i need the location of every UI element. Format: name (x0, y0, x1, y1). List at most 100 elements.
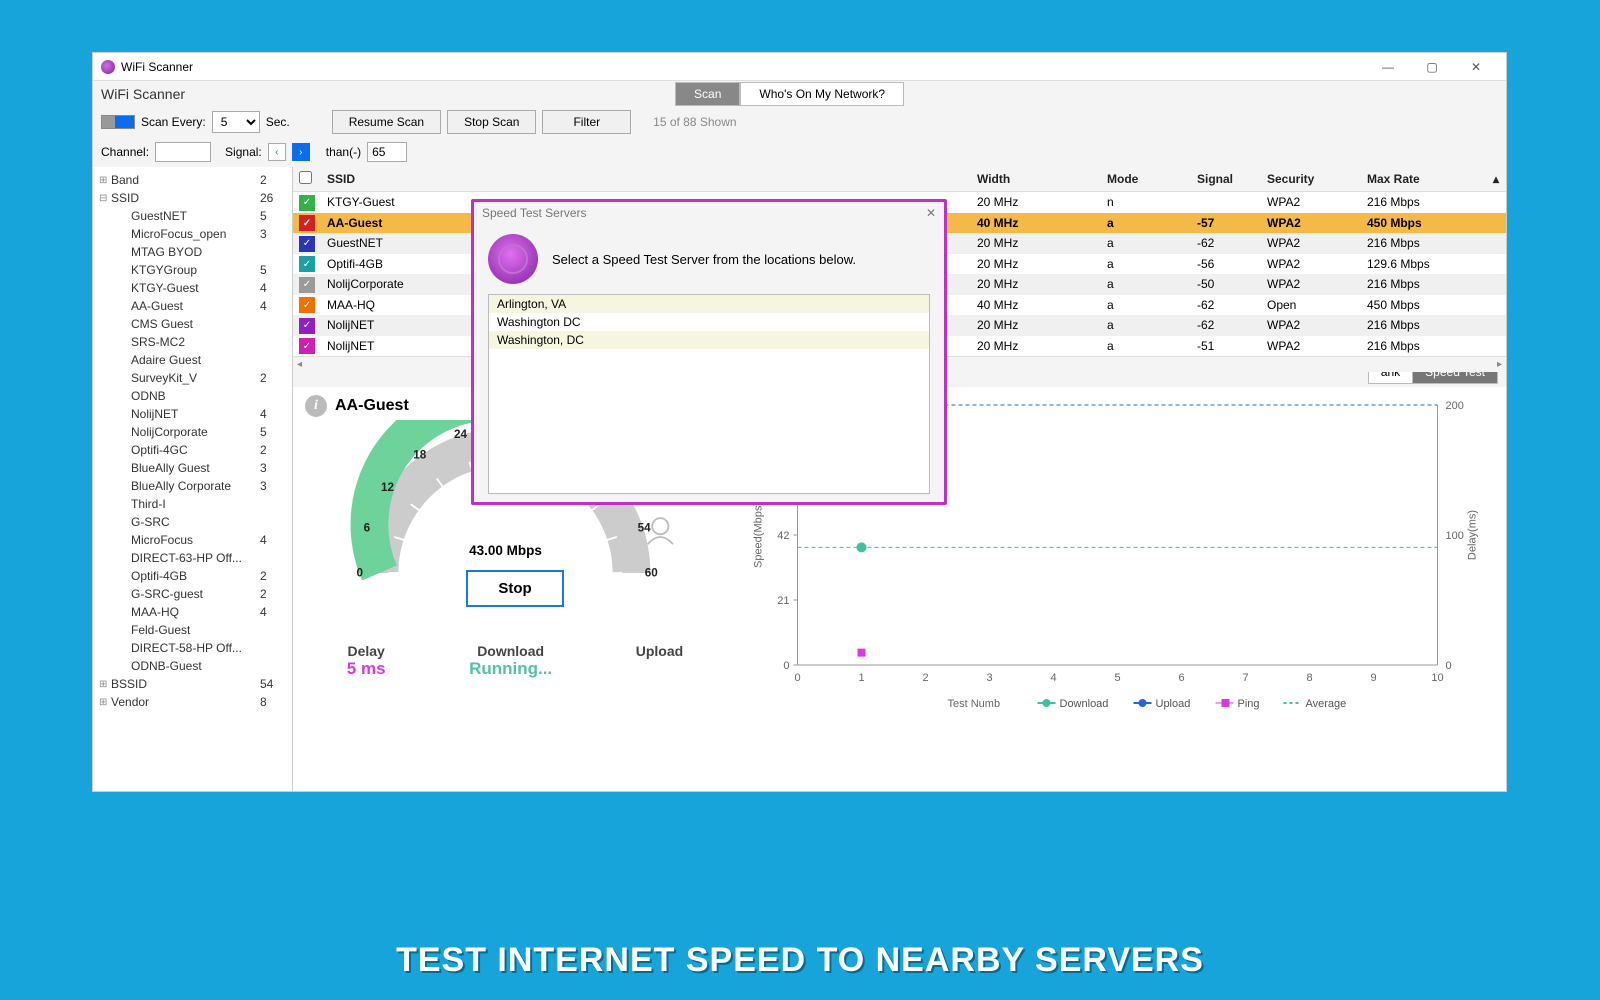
col-width[interactable]: Width (971, 167, 1101, 192)
svg-text:100: 100 (1446, 530, 1464, 542)
col-mode[interactable]: Mode (1101, 167, 1191, 192)
svg-text:Upload: Upload (1156, 698, 1191, 710)
than-label: than(-) (326, 145, 361, 159)
svg-text:Speed(Mbps): Speed(Mbps) (753, 502, 765, 568)
col-signal[interactable]: Signal (1191, 167, 1261, 192)
maximize-button[interactable]: ▢ (1410, 54, 1454, 80)
svg-text:60: 60 (645, 567, 659, 580)
tree-bssid[interactable]: ⊞BSSID54 (97, 675, 288, 693)
select-all-checkbox[interactable] (299, 171, 312, 184)
sidebar-item[interactable]: DIRECT-63-HP Off... (97, 549, 288, 567)
modal-prompt: Select a Speed Test Server from the loca… (552, 252, 856, 267)
sidebar-item[interactable]: GuestNET5 (97, 207, 288, 225)
delay-label: Delay (347, 643, 386, 659)
filter-button[interactable]: Filter (542, 110, 631, 134)
sidebar-item[interactable]: KTGYGroup5 (97, 261, 288, 279)
gauge-value: 43.00 Mbps (469, 543, 542, 558)
signal-right-arrow[interactable]: › (292, 143, 310, 161)
svg-text:1: 1 (858, 672, 864, 684)
info-icon: i (305, 395, 327, 417)
svg-text:0: 0 (794, 672, 800, 684)
subheader: WiFi Scanner Scan Who's On My Network? (93, 81, 1506, 107)
stop-scan-button[interactable]: Stop Scan (447, 110, 536, 134)
server-list-item[interactable]: Washington, DC (489, 331, 929, 349)
svg-text:5: 5 (1114, 672, 1120, 684)
sidebar-item[interactable]: AA-Guest4 (97, 297, 288, 315)
user-icon (652, 518, 668, 534)
sidebar-item[interactable]: MTAG BYOD (97, 243, 288, 261)
sidebar-item[interactable]: ODNB (97, 387, 288, 405)
app-window: WiFi Scanner — ▢ ✕ WiFi Scanner Scan Who… (92, 52, 1507, 792)
sidebar: ⊞Band2 ⊟SSID26 GuestNET5MicroFocus_open3… (93, 167, 293, 791)
svg-text:200: 200 (1446, 400, 1464, 412)
minimize-button[interactable]: — (1366, 54, 1410, 80)
channel-input[interactable] (155, 142, 211, 162)
scan-every-label: Scan Every: (141, 115, 206, 129)
sidebar-item[interactable]: BlueAlly Guest3 (97, 459, 288, 477)
sidebar-item[interactable]: MicroFocus_open3 (97, 225, 288, 243)
sidebar-item[interactable]: BlueAlly Corporate3 (97, 477, 288, 495)
svg-text:42: 42 (777, 530, 789, 542)
svg-text:10: 10 (1431, 672, 1443, 684)
svg-text:Ping: Ping (1238, 698, 1260, 710)
svg-text:21: 21 (777, 595, 789, 607)
svg-text:2: 2 (922, 672, 928, 684)
sidebar-item[interactable]: Optifi-4GB2 (97, 567, 288, 585)
col-maxrate[interactable]: Max Rate (1361, 167, 1486, 192)
sidebar-item[interactable]: G-SRC-guest2 (97, 585, 288, 603)
close-button[interactable]: ✕ (1454, 54, 1498, 80)
svg-text:12: 12 (381, 481, 395, 494)
svg-text:18: 18 (413, 449, 427, 462)
scan-interval-select[interactable]: 5 (212, 111, 260, 133)
server-list-item[interactable]: Washington DC (489, 313, 929, 331)
sidebar-item[interactable]: MicroFocus4 (97, 531, 288, 549)
sidebar-item[interactable]: CMS Guest (97, 315, 288, 333)
stop-speedtest-button[interactable]: Stop (466, 570, 563, 607)
sidebar-item[interactable]: NolijNET4 (97, 405, 288, 423)
wifi-large-icon (488, 234, 538, 284)
channel-label: Channel: (101, 145, 149, 159)
sidebar-item[interactable]: Third-I (97, 495, 288, 513)
sidebar-item[interactable]: Adaire Guest (97, 351, 288, 369)
speedtest-ssid: AA-Guest (335, 397, 409, 415)
col-security[interactable]: Security (1261, 167, 1361, 192)
svg-text:8: 8 (1306, 672, 1312, 684)
scan-indicator[interactable] (101, 115, 135, 129)
svg-text:Test Numb: Test Numb (948, 698, 1001, 710)
sidebar-item[interactable]: DIRECT-58-HP Off... (97, 639, 288, 657)
sidebar-item[interactable]: Optifi-4GC2 (97, 441, 288, 459)
banner: TEST INTERNET SPEED TO NEARBY SERVERS (0, 920, 1600, 1000)
tab-scan[interactable]: Scan (675, 82, 740, 106)
filter-row: Channel: Signal: ‹ › than(-) (93, 137, 1506, 167)
svg-text:6: 6 (1178, 672, 1184, 684)
sidebar-item[interactable]: NolijCorporate5 (97, 423, 288, 441)
sidebar-item[interactable]: Feld-Guest (97, 621, 288, 639)
delay-value: 5 ms (347, 659, 386, 679)
sidebar-item[interactable]: ODNB-Guest (97, 657, 288, 675)
server-list-item[interactable]: Arlington, VA (489, 295, 929, 313)
than-input[interactable] (367, 142, 407, 162)
svg-text:6: 6 (364, 522, 371, 535)
shown-count: 15 of 88 Shown (653, 115, 736, 129)
tree-ssid[interactable]: ⊟SSID26 (97, 189, 288, 207)
svg-text:0: 0 (1446, 660, 1452, 672)
sidebar-item[interactable]: KTGY-Guest4 (97, 279, 288, 297)
signal-left-arrow[interactable]: ‹ (268, 143, 286, 161)
sidebar-item[interactable]: SRS-MC2 (97, 333, 288, 351)
download-label: Download (469, 643, 552, 659)
sidebar-item[interactable]: G-SRC (97, 513, 288, 531)
sidebar-item[interactable]: MAA-HQ4 (97, 603, 288, 621)
modal-close-icon[interactable]: ✕ (926, 206, 936, 220)
col-ssid[interactable]: SSID (321, 167, 471, 192)
app-icon (101, 60, 115, 74)
svg-text:3: 3 (986, 672, 992, 684)
sidebar-item[interactable]: SurveyKit_V2 (97, 369, 288, 387)
svg-text:0: 0 (783, 660, 789, 672)
resume-scan-button[interactable]: Resume Scan (332, 110, 441, 134)
subheader-title: WiFi Scanner (101, 86, 185, 102)
tab-who-on-network[interactable]: Who's On My Network? (740, 82, 904, 106)
scroll-up-icon[interactable]: ▴ (1486, 167, 1506, 192)
speed-test-servers-modal: Speed Test Servers ✕ Select a Speed Test… (471, 199, 947, 505)
tree-vendor[interactable]: ⊞Vendor8 (97, 693, 288, 711)
tree-band[interactable]: ⊞Band2 (97, 171, 288, 189)
